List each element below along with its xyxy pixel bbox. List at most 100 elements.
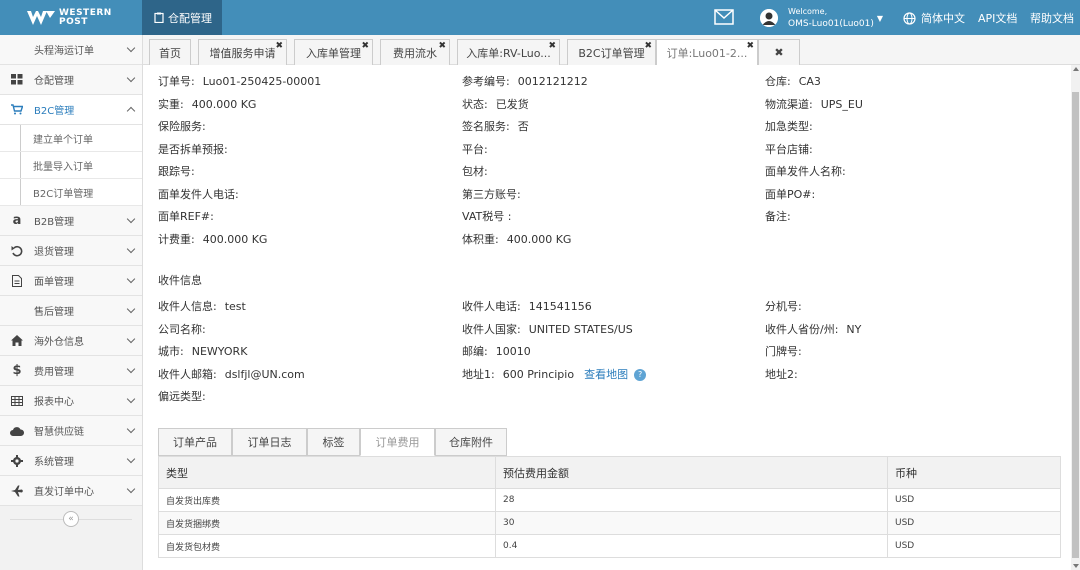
sidebar-item-system[interactable]: 系统管理 xyxy=(0,446,142,476)
sidebar-item-reports[interactable]: 报表中心 xyxy=(0,386,142,416)
avatar-icon xyxy=(760,9,778,27)
sidebar-item-direct-orders[interactable]: 直发订单中心 xyxy=(0,476,142,506)
sidebar-item-b2b[interactable]: a B2B管理 xyxy=(0,206,142,236)
tab-label: 入库单:RV-Luo... xyxy=(466,46,551,60)
scroll-up-arrow-icon[interactable] xyxy=(1073,67,1079,71)
mail-icon[interactable] xyxy=(714,9,734,28)
subtab-attachments[interactable]: 仓库附件 xyxy=(435,428,507,456)
sidebar-item-label: B2B管理 xyxy=(34,217,75,228)
field-insurance: 保险服务: xyxy=(158,120,206,133)
close-icon[interactable]: ✖ xyxy=(361,41,369,51)
close-icon[interactable]: ✖ xyxy=(746,41,754,51)
subtab-fees[interactable]: 订单费用 xyxy=(360,428,435,456)
sidebar-item-b2c[interactable]: B2C管理 xyxy=(0,95,142,125)
field-vat: VAT税号 : xyxy=(462,210,512,223)
tab-inbound-detail[interactable]: 入库单:RV-Luo... ✖ xyxy=(457,39,560,65)
field-sender-phone: 面单发件人电话: xyxy=(158,188,239,201)
help-docs-link[interactable]: 帮助文档 xyxy=(1030,10,1074,26)
subtab-log[interactable]: 订单日志 xyxy=(232,428,307,456)
field-split: 是否拆单预报: xyxy=(158,143,228,156)
sidebar-item-label: 系统管理 xyxy=(34,457,74,468)
help-icon[interactable]: ? xyxy=(634,369,647,381)
module-tab[interactable]: 仓配管理 xyxy=(142,0,222,35)
table-row: 自发货出库费 28 USD xyxy=(158,488,1061,512)
sidebar-item-overseas-warehouse[interactable]: 海外仓信息 xyxy=(0,326,142,356)
sidebar: 头程海运订单 仓配管理 B2C管理 建立单个订单 批量导入订单 B2C订单管理 … xyxy=(0,35,143,570)
cloud-icon xyxy=(0,426,34,436)
top-navbar: WESTERN POST 仓配管理 Welcome, OMS-Luo01(Luo… xyxy=(0,0,1080,35)
chevron-down-icon xyxy=(126,394,136,404)
double-chevron-left-icon[interactable]: « xyxy=(63,511,79,527)
close-icon[interactable]: ✖ xyxy=(275,41,283,51)
table-row: 自发货包材费 0.4 USD xyxy=(158,534,1061,558)
tab-inbound[interactable]: 入库单管理 ✖ xyxy=(294,39,373,65)
user-menu[interactable]: Welcome, OMS-Luo01(Luo01) ▼ xyxy=(760,6,883,30)
table-row: 自发货捆绑费 30 USD xyxy=(158,511,1061,535)
username: OMS-Luo01(Luo01) xyxy=(788,19,874,29)
sidebar-item-label: B2C管理 xyxy=(34,106,75,117)
dollar-icon: $ xyxy=(12,363,22,378)
tab-label: 首页 xyxy=(159,46,181,60)
clipboard-icon xyxy=(154,12,164,23)
table-cell: 28 xyxy=(495,488,888,512)
sidebar-item-labels[interactable]: 面单管理 xyxy=(0,266,142,296)
field-order-no: 订单号: Luo01-250425-00001 xyxy=(158,75,322,88)
tab-label: 增值服务申请 xyxy=(209,46,276,60)
sidebar-subitem-create-order[interactable]: 建立单个订单 xyxy=(0,125,142,152)
vertical-scrollbar[interactable] xyxy=(1071,65,1080,570)
close-icon[interactable]: ✖ xyxy=(644,41,652,51)
field-city: 城市: NEWYORK xyxy=(158,345,248,358)
welcome-text: Welcome, xyxy=(788,7,828,16)
scroll-down-arrow-icon[interactable] xyxy=(1073,564,1079,568)
sidebar-item-returns[interactable]: 退货管理 xyxy=(0,236,142,266)
caret-down-icon: ▼ xyxy=(876,13,884,23)
field-remote: 偏远类型: xyxy=(158,390,206,403)
sidebar-item-warehouse[interactable]: 仓配管理 xyxy=(0,65,142,95)
logo-icon xyxy=(26,8,56,28)
sidebar-item-fees[interactable]: $ 费用管理 xyxy=(0,356,142,386)
logo[interactable]: WESTERN POST xyxy=(0,0,142,35)
column-header-amount: 预估费用金额 xyxy=(495,456,888,489)
sidebar-subitem-b2c-orders[interactable]: B2C订单管理 xyxy=(0,179,142,206)
field-state: 收件人省份/州: NY xyxy=(765,323,862,336)
close-icon[interactable]: ✖ xyxy=(548,41,556,51)
chevron-down-icon xyxy=(126,274,136,284)
sidebar-item-after-sales[interactable]: 售后管理 xyxy=(0,296,142,326)
sidebar-subitem-batch-import[interactable]: 批量导入订单 xyxy=(0,152,142,179)
tab-fee-flow[interactable]: 费用流水 ✖ xyxy=(380,39,450,65)
close-icon: ✖ xyxy=(774,46,784,59)
chevron-down-icon xyxy=(126,214,136,224)
field-address2: 地址2: xyxy=(765,368,798,381)
field-ref2: 面单REF#: xyxy=(158,210,214,223)
sidebar-item-label: 直发订单中心 xyxy=(34,487,94,498)
table-cell: 0.4 xyxy=(495,534,888,558)
subtab-labels[interactable]: 标签 xyxy=(307,428,360,456)
tab-home[interactable]: 首页 xyxy=(149,39,191,65)
close-icon[interactable]: ✖ xyxy=(438,41,446,51)
logo-text-line2: POST xyxy=(59,16,88,27)
sidebar-item-headhaul-orders[interactable]: 头程海运订单 xyxy=(0,35,142,65)
chevron-down-icon xyxy=(126,43,136,53)
sidebar-item-label: 海外仓信息 xyxy=(34,337,84,348)
api-docs-link[interactable]: API文档 xyxy=(978,10,1017,26)
field-weight: 实重: 400.000 KG xyxy=(158,98,257,111)
view-map-link[interactable]: 查看地图 xyxy=(584,368,628,381)
tab-value-added[interactable]: 增值服务申请 ✖ xyxy=(198,39,287,65)
chevron-down-icon xyxy=(126,244,136,254)
tab-order-detail[interactable]: 订单:Luo01-2... ✖ xyxy=(656,39,758,66)
language-selector[interactable]: 简体中文 xyxy=(903,10,965,26)
table-cell: USD xyxy=(887,534,1061,558)
subtab-products[interactable]: 订单产品 xyxy=(158,428,232,456)
scrollbar-thumb[interactable] xyxy=(1072,92,1079,558)
chevron-down-icon xyxy=(126,424,136,434)
table-cell: 30 xyxy=(495,511,888,535)
tab-label: 入库单管理 xyxy=(306,46,361,60)
tab-b2c-orders[interactable]: B2C订单管理 ✖ xyxy=(567,39,656,65)
field-ref: 参考编号: 0012121212 xyxy=(462,75,588,88)
chevron-down-icon xyxy=(126,364,136,374)
table-cell: 自发货包材费 xyxy=(158,534,496,558)
close-all-tabs-button[interactable]: ✖ xyxy=(758,39,800,65)
column-header-currency: 币种 xyxy=(887,456,1061,489)
sidebar-item-label: 退货管理 xyxy=(34,247,74,258)
sidebar-item-supply-chain[interactable]: 智慧供应链 xyxy=(0,416,142,446)
